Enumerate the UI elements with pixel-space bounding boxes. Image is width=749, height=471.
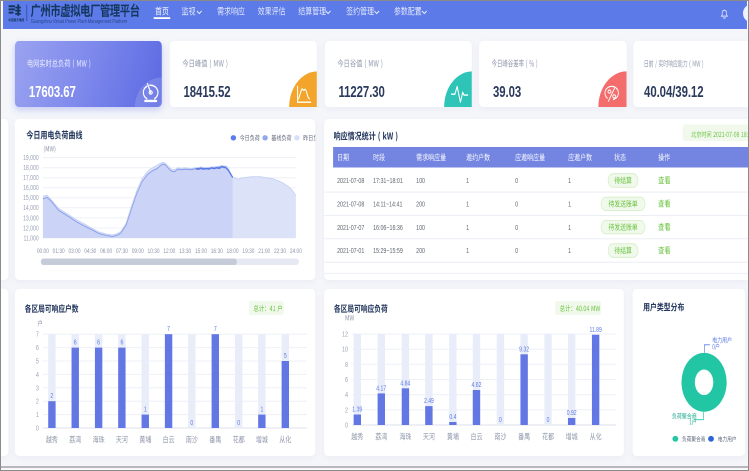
svg-text:18:00: 18:00 [227, 248, 239, 255]
svg-text:6: 6 [121, 339, 124, 347]
svg-text:14:11~14:41: 14:11~14:41 [373, 201, 403, 209]
svg-text:1: 1 [144, 406, 147, 414]
svg-text:4: 4 [36, 371, 39, 379]
svg-text:1: 1 [568, 224, 571, 232]
svg-text:09:00: 09:00 [132, 248, 144, 255]
svg-text:1: 1 [261, 406, 264, 414]
svg-text:15:29~15:59: 15:29~15:59 [373, 247, 403, 255]
svg-text:7: 7 [167, 325, 170, 333]
svg-text:0: 0 [499, 416, 502, 424]
svg-text:2021-07-01: 2021-07-01 [337, 247, 365, 255]
svg-text:200: 200 [416, 201, 425, 209]
svg-text:16,000: 16,000 [23, 184, 39, 192]
svg-text:0: 0 [237, 419, 240, 427]
svg-text:07:30: 07:30 [116, 248, 128, 255]
svg-text:16:06~16:36: 16:06~16:36 [373, 224, 403, 232]
svg-text:7: 7 [36, 331, 39, 339]
svg-text:2: 2 [36, 398, 39, 406]
svg-text:5: 5 [36, 358, 39, 366]
svg-text:4.84: 4.84 [400, 380, 410, 388]
svg-text:1: 1 [36, 411, 39, 419]
svg-text:0: 0 [191, 419, 194, 427]
svg-text:1: 1 [568, 177, 571, 185]
svg-text:04:30: 04:30 [84, 248, 96, 255]
svg-text:13,000: 13,000 [23, 215, 39, 223]
svg-text:13:30: 13:30 [179, 248, 191, 255]
svg-text:6: 6 [97, 339, 100, 347]
svg-text:2: 2 [51, 392, 54, 400]
svg-text:Guangzhou Virtual Power Plant: Guangzhou Virtual Power Plant Management… [31, 18, 127, 25]
svg-text:03:00: 03:00 [69, 248, 81, 255]
svg-text:6: 6 [36, 344, 39, 352]
svg-text:200: 200 [416, 247, 425, 255]
svg-text:24:00: 24:00 [290, 248, 302, 255]
svg-text:5: 5 [284, 352, 287, 360]
svg-text:2.49: 2.49 [424, 397, 434, 405]
svg-text:10:30: 10:30 [148, 248, 160, 255]
svg-text:11.89: 11.89 [589, 326, 602, 334]
svg-text:4: 4 [345, 391, 348, 399]
svg-text:7: 7 [214, 325, 217, 333]
svg-text:19:30: 19:30 [243, 248, 255, 255]
svg-text:12,000: 12,000 [23, 225, 39, 233]
svg-text:8: 8 [345, 361, 348, 369]
svg-text:12: 12 [342, 331, 348, 339]
svg-text:2021-07-08: 2021-07-08 [337, 201, 365, 209]
svg-text:0: 0 [515, 201, 518, 209]
svg-text:21:00: 21:00 [258, 248, 270, 255]
svg-text:17,000: 17,000 [23, 174, 39, 182]
svg-text:2021-07-08: 2021-07-08 [337, 177, 365, 185]
svg-text:1: 1 [568, 247, 571, 255]
svg-text:3: 3 [36, 385, 39, 393]
svg-text:2: 2 [345, 407, 348, 415]
svg-text:18,000: 18,000 [23, 164, 39, 172]
svg-text:0: 0 [515, 177, 518, 185]
svg-text:100: 100 [416, 224, 425, 232]
svg-text:6: 6 [345, 376, 348, 384]
svg-text:10: 10 [342, 346, 348, 354]
svg-text:4.62: 4.62 [471, 381, 481, 389]
svg-text:9.32: 9.32 [519, 346, 529, 354]
svg-text:1.39: 1.39 [352, 406, 362, 414]
svg-text:22:30: 22:30 [274, 248, 286, 255]
svg-text:1: 1 [466, 177, 469, 185]
svg-text:2021-07-07: 2021-07-07 [337, 224, 365, 232]
svg-text:15,000: 15,000 [23, 194, 39, 202]
svg-text:00:00: 00:00 [37, 248, 49, 255]
svg-text:0: 0 [547, 416, 550, 424]
svg-text:0: 0 [36, 425, 39, 433]
svg-text:15:00: 15:00 [195, 248, 207, 255]
svg-text:0: 0 [515, 247, 518, 255]
svg-text:14,000: 14,000 [23, 204, 39, 212]
svg-text:1: 1 [568, 201, 571, 209]
svg-text:16:30: 16:30 [211, 248, 223, 255]
svg-text:1: 1 [466, 247, 469, 255]
svg-text:0.4: 0.4 [449, 413, 457, 421]
svg-text:1: 1 [466, 201, 469, 209]
svg-text:0: 0 [515, 224, 518, 232]
svg-text:11,000: 11,000 [24, 235, 40, 243]
svg-text:12:00: 12:00 [163, 248, 175, 255]
svg-text:1: 1 [466, 224, 469, 232]
svg-text:01:30: 01:30 [53, 248, 65, 255]
svg-text:17:31~18:01: 17:31~18:01 [373, 177, 403, 185]
svg-text:06:00: 06:00 [100, 248, 112, 255]
svg-text:0.92: 0.92 [567, 409, 577, 417]
svg-text:19,000: 19,000 [23, 154, 39, 162]
svg-text:0: 0 [345, 422, 348, 430]
svg-text:6: 6 [74, 339, 77, 347]
svg-text:100: 100 [416, 177, 425, 185]
svg-text:4.17: 4.17 [376, 385, 386, 393]
